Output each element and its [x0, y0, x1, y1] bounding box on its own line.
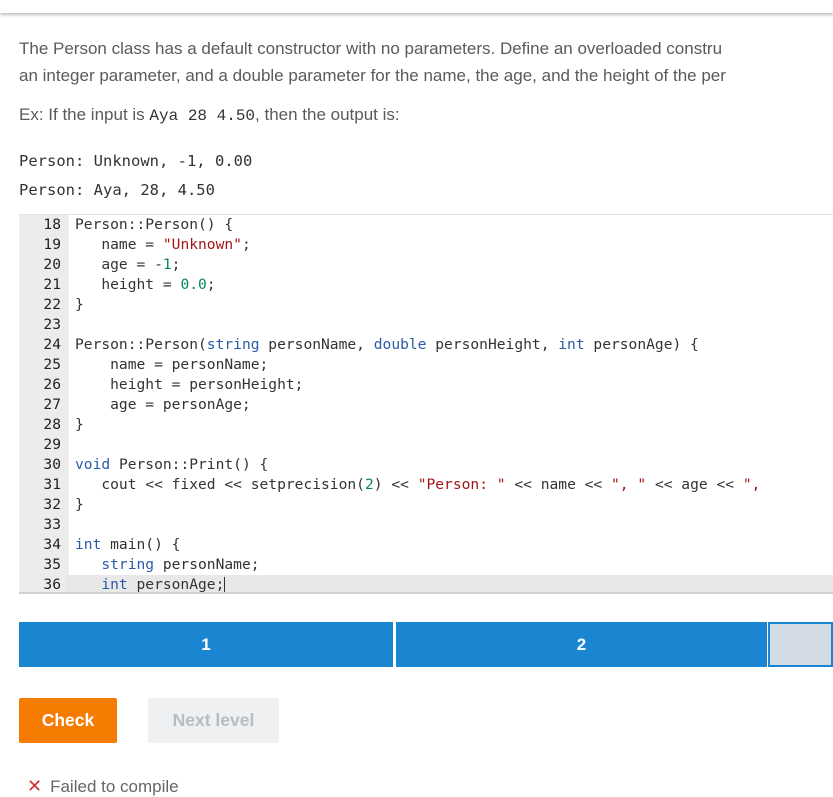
- line-number: 19: [19, 235, 65, 255]
- expected-output-line: Person: Aya, 28, 4.50: [19, 181, 215, 199]
- example-input: Aya 28 4.50: [149, 107, 256, 125]
- code-line[interactable]: 25 name = personName;: [19, 355, 833, 375]
- code-text: name = personName;: [75, 356, 269, 373]
- code-text: int personAge;: [101, 576, 226, 593]
- problem-line-2: an integer parameter, and a double param…: [19, 66, 726, 85]
- line-number: 29: [19, 435, 65, 455]
- line-number: 34: [19, 535, 65, 555]
- level-tab-2[interactable]: 2: [396, 622, 767, 667]
- code-text: age = -1;: [75, 256, 181, 273]
- check-button[interactable]: Check: [19, 698, 117, 743]
- code-line[interactable]: 21 height = 0.0;: [19, 275, 833, 295]
- line-number: 36: [19, 575, 65, 592]
- code-line[interactable]: 35 string personName;: [19, 555, 833, 575]
- code-line[interactable]: 26 height = personHeight;: [19, 375, 833, 395]
- example-suffix: , then the output is:: [255, 105, 400, 124]
- code-text: int main() {: [75, 536, 181, 553]
- code-line[interactable]: 33: [19, 515, 833, 535]
- code-text: height = 0.0;: [75, 276, 216, 293]
- code-text: height = personHeight;: [75, 376, 304, 393]
- code-line[interactable]: 30 void Person::Print() {: [19, 455, 833, 475]
- code-text: }: [75, 416, 84, 433]
- line-number: 26: [19, 375, 65, 395]
- code-line[interactable]: 19 name = "Unknown";: [19, 235, 833, 255]
- code-line[interactable]: 29: [19, 435, 833, 455]
- next-level-button[interactable]: Next level: [148, 698, 279, 743]
- code-text: string personName;: [101, 556, 260, 573]
- top-bar: [0, 0, 833, 13]
- line-number: 32: [19, 495, 65, 515]
- code-text: Person::Person() {: [75, 216, 234, 233]
- code-line[interactable]: 34 int main() {: [19, 535, 833, 555]
- close-icon: ✕: [27, 776, 43, 796]
- code-text: Person::Person(string personName, double…: [75, 336, 699, 353]
- code-line[interactable]: 36 int personAge;: [19, 575, 833, 593]
- line-number: 25: [19, 355, 65, 375]
- code-line[interactable]: 20 age = -1;: [19, 255, 833, 275]
- line-number: 23: [19, 315, 65, 335]
- line-number: 30: [19, 455, 65, 475]
- code-line[interactable]: 31 cout << fixed << setprecision(2) << "…: [19, 475, 833, 495]
- code-editor[interactable]: 18 Person::Person() {19 name = "Unknown";…: [19, 214, 833, 594]
- example-prefix: Ex: If the input is: [19, 105, 150, 124]
- line-number: 33: [19, 515, 65, 535]
- code-text: age = personAge;: [75, 396, 251, 413]
- line-number: 27: [19, 395, 65, 415]
- line-number: 18: [19, 215, 65, 235]
- level-tab-1[interactable]: 1: [19, 622, 393, 667]
- expected-output: Person: Unknown, -1, 0.00 Person: Aya, 28…: [19, 147, 252, 205]
- code-text: void Person::Print() {: [75, 456, 269, 473]
- code-line[interactable]: 18 Person::Person() {: [19, 215, 833, 235]
- level-tab-3[interactable]: [768, 622, 833, 667]
- line-number: 28: [19, 415, 65, 435]
- level-tabs: 1 2: [19, 622, 833, 667]
- expected-output-line: Person: Unknown, -1, 0.00: [19, 152, 253, 170]
- compile-status: ✕ Failed to compile: [27, 776, 179, 797]
- line-number: 22: [19, 295, 65, 315]
- problem-description: The Person class has a default construct…: [19, 35, 833, 89]
- line-number: 20: [19, 255, 65, 275]
- line-number: 35: [19, 555, 65, 575]
- code-line[interactable]: 22}: [19, 295, 833, 315]
- code-line[interactable]: 27 age = personAge;: [19, 395, 833, 415]
- code-line[interactable]: 23: [19, 315, 833, 335]
- code-text: }: [75, 296, 84, 313]
- compile-status-text: Failed to compile: [50, 777, 179, 796]
- code-line[interactable]: 32}: [19, 495, 833, 515]
- code-line[interactable]: 28}: [19, 415, 833, 435]
- code-text: }: [75, 496, 84, 513]
- problem-line-1: The Person class has a default construct…: [19, 39, 723, 58]
- code-text: name = "Unknown";: [75, 236, 251, 253]
- line-number: 24: [19, 335, 65, 355]
- code-text: cout << fixed << setprecision(2) << "Per…: [75, 476, 761, 493]
- line-number: 31: [19, 475, 65, 495]
- example-text: Ex: If the input is Aya 28 4.50, then th…: [19, 105, 400, 125]
- code-line[interactable]: 24 Person::Person(string personName, doub…: [19, 335, 833, 355]
- line-number: 21: [19, 275, 65, 295]
